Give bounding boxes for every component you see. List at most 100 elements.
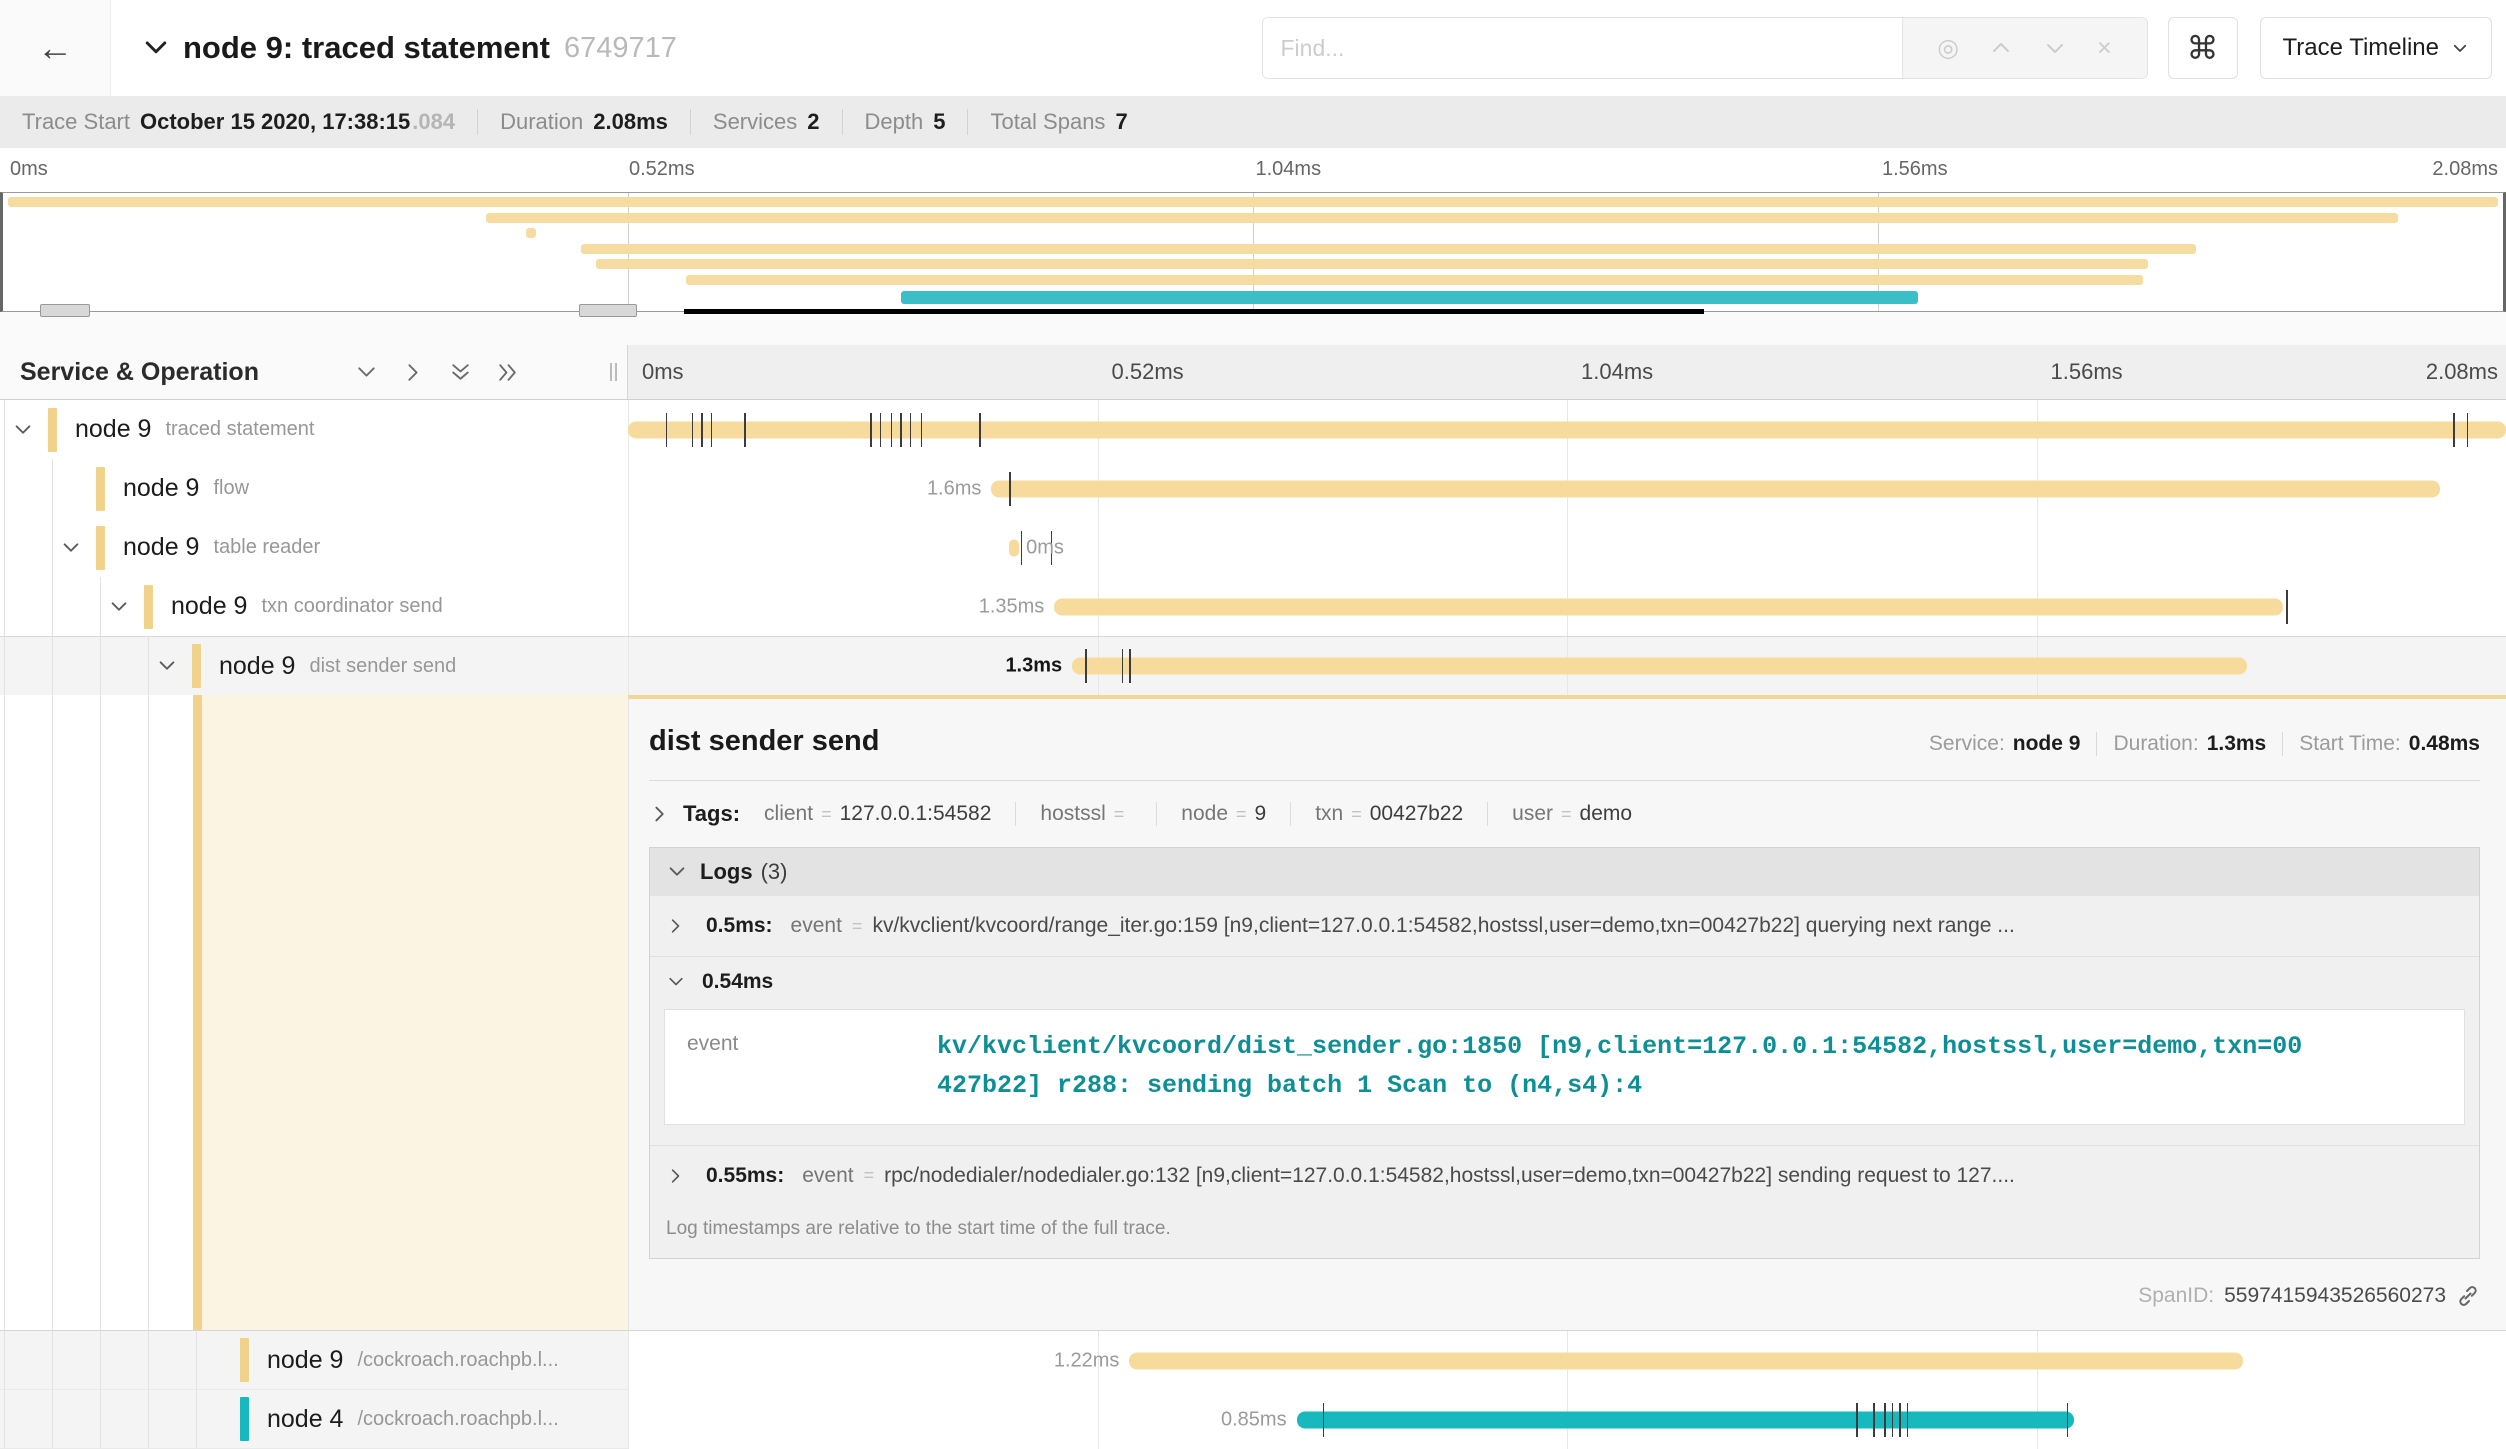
- chevron-down-icon[interactable]: [156, 655, 178, 677]
- summary-value: 2: [807, 109, 819, 135]
- expand-one-icon[interactable]: [401, 360, 426, 385]
- span-row[interactable]: node 9traced statement: [0, 400, 2506, 459]
- keyboard-shortcuts-button[interactable]: ⌘: [2168, 17, 2238, 79]
- span-bar-cell[interactable]: 1.22ms: [628, 1331, 2506, 1390]
- span-duration-bar[interactable]: [1054, 598, 2283, 615]
- next-match-icon[interactable]: [2043, 36, 2067, 60]
- span-id-label: SpanID:: [2138, 1284, 2214, 1308]
- minimap-scrubber-handle[interactable]: [40, 304, 90, 317]
- timeline-gridline: [628, 518, 629, 577]
- chevron-down-icon[interactable]: [60, 537, 82, 559]
- focus-match-icon[interactable]: ◎: [1937, 36, 1959, 61]
- span-bar-cell[interactable]: 0.85ms: [628, 1390, 2506, 1449]
- chevron-down-icon[interactable]: [108, 596, 130, 618]
- collapse-all-icon[interactable]: [448, 360, 473, 385]
- trace-id: 6749717: [564, 32, 677, 65]
- span-bar-cell[interactable]: [628, 400, 2506, 459]
- log-marker: [2286, 590, 2288, 624]
- span-duration-label: 1.22ms: [1054, 1349, 1120, 1372]
- timeline-header-ticks: 0ms 0.52ms 1.04ms 1.56ms 2.08ms: [628, 345, 2506, 399]
- log-marker: [900, 413, 902, 447]
- detail-start-time: Start Time:0.48ms: [2282, 732, 2480, 756]
- tag-client: client=127.0.0.1:54582: [764, 802, 991, 826]
- minimap-canvas[interactable]: [0, 192, 2506, 312]
- minimap-tick-labels: 0ms 0.52ms 1.04ms 1.56ms 2.08ms: [0, 148, 2506, 192]
- tag-node: node=9: [1181, 802, 1266, 826]
- chevron-down-icon[interactable]: [12, 419, 34, 441]
- trace-minimap[interactable]: 0ms 0.52ms 1.04ms 1.56ms 2.08ms: [0, 148, 2506, 310]
- span-name-cell[interactable]: node 9/cockroach.roachpb.l...: [0, 1331, 628, 1390]
- collapse-one-icon[interactable]: [354, 360, 379, 385]
- service-color-bar: [192, 644, 201, 688]
- span-name-cell[interactable]: node 9table reader: [0, 518, 628, 577]
- back-button[interactable]: ←: [0, 0, 110, 96]
- span-row[interactable]: node 4/cockroach.roachpb.l... 0.85ms: [0, 1390, 2506, 1449]
- log-marker: [1884, 1403, 1886, 1437]
- logs-header[interactable]: Logs (3): [650, 848, 2479, 896]
- log-marker: [921, 413, 923, 447]
- span-name-cell[interactable]: node 9dist sender send: [0, 637, 628, 695]
- minimap-gap: [0, 310, 2506, 345]
- span-name: node 9traced statement: [48, 400, 314, 459]
- span-bar-cell[interactable]: 1.3ms: [628, 637, 2506, 695]
- tick-label: 1.56ms: [1882, 158, 1948, 181]
- tags-label: Tags:: [683, 801, 740, 827]
- span-bar-cell[interactable]: 0ms: [628, 518, 2506, 577]
- log-entry-collapsed[interactable]: 0.5ms: event = kv/kvclient/kvcoord/range…: [650, 896, 2479, 957]
- span-row[interactable]: node 9/cockroach.roachpb.l... 1.22ms: [0, 1331, 2506, 1390]
- log-expanded-header[interactable]: 0.54ms: [650, 957, 2479, 1007]
- clear-search-icon[interactable]: ×: [2097, 36, 2112, 61]
- indent-guide: [4, 459, 5, 518]
- span-duration-bar[interactable]: [991, 480, 2440, 497]
- span-duration-label: 1.3ms: [1005, 655, 1062, 678]
- span-duration-bar[interactable]: [1297, 1411, 2074, 1428]
- minimap-span: [901, 291, 1919, 304]
- expand-all-icon[interactable]: [495, 360, 520, 385]
- minimap-scroll-indicator[interactable]: [684, 309, 1704, 314]
- operation-name: /cockroach.roachpb.l...: [357, 1349, 558, 1372]
- span-duration-bar[interactable]: [1129, 1352, 2243, 1369]
- span-duration-bar[interactable]: [1009, 539, 1018, 556]
- find-input[interactable]: [1263, 18, 1902, 78]
- span-row[interactable]: node 9dist sender send 1.3ms: [0, 636, 2506, 695]
- timeline-gridline: [1098, 518, 1099, 577]
- column-resize-handle[interactable]: [610, 363, 617, 381]
- indent-guide: [4, 577, 5, 636]
- tags-row[interactable]: Tags: client=127.0.0.1:54582 hostssl= no…: [649, 801, 2480, 827]
- chevron-down-icon: [666, 861, 688, 883]
- service-color-bar: [48, 408, 57, 452]
- tick-label: 1.04ms: [1256, 158, 1322, 181]
- tag-separator: [1156, 802, 1157, 826]
- view-dropdown-button[interactable]: Trace Timeline: [2260, 17, 2493, 79]
- span-name-cell[interactable]: node 9 txn coordinator send: [0, 577, 628, 636]
- link-icon[interactable]: [2456, 1284, 2480, 1308]
- span-name: node 4/cockroach.roachpb.l...: [240, 1390, 559, 1448]
- logs-count: (3): [761, 859, 788, 885]
- tag-txn: txn=00427b22: [1315, 802, 1463, 826]
- span-row[interactable]: node 9 txn coordinator send 1.35ms: [0, 577, 2506, 636]
- timeline-gridline: [628, 1390, 629, 1449]
- span-row[interactable]: node 9table reader0ms: [0, 518, 2506, 577]
- span-name-cell[interactable]: node 9traced statement: [0, 400, 628, 459]
- timeline-gridline: [2037, 518, 2038, 577]
- span-duration-bar[interactable]: [1072, 658, 2247, 675]
- prev-match-icon[interactable]: [1989, 36, 2013, 60]
- minimap-scrubber-handle[interactable]: [579, 304, 637, 317]
- span-bar-cell[interactable]: 1.6ms: [628, 459, 2506, 518]
- span-bar-cell[interactable]: 1.35ms: [628, 577, 2506, 636]
- indent-guide: [52, 459, 53, 518]
- timeline-gridline: [628, 1331, 629, 1390]
- span-name-cell[interactable]: node 4/cockroach.roachpb.l...: [0, 1390, 628, 1449]
- service-name: node 9: [171, 592, 247, 621]
- operation-name: txn coordinator send: [261, 595, 442, 618]
- log-entry-collapsed[interactable]: 0.55ms: event = rpc/nodedialer/nodediale…: [650, 1145, 2479, 1206]
- view-dropdown-label: Trace Timeline: [2283, 34, 2440, 62]
- span-name-cell[interactable]: node 9flow: [0, 459, 628, 518]
- summary-label: Total Spans: [990, 109, 1105, 135]
- page-title: node 9: traced statement: [183, 30, 550, 66]
- tick-label: 2.08ms: [2426, 359, 2498, 385]
- collapse-trace-header-button[interactable]: [141, 33, 171, 63]
- span-row[interactable]: node 9flow1.6ms: [0, 459, 2506, 518]
- command-icon: ⌘: [2187, 29, 2219, 67]
- app-header: ← node 9: traced statement 6749717 ◎ × ⌘…: [0, 0, 2506, 96]
